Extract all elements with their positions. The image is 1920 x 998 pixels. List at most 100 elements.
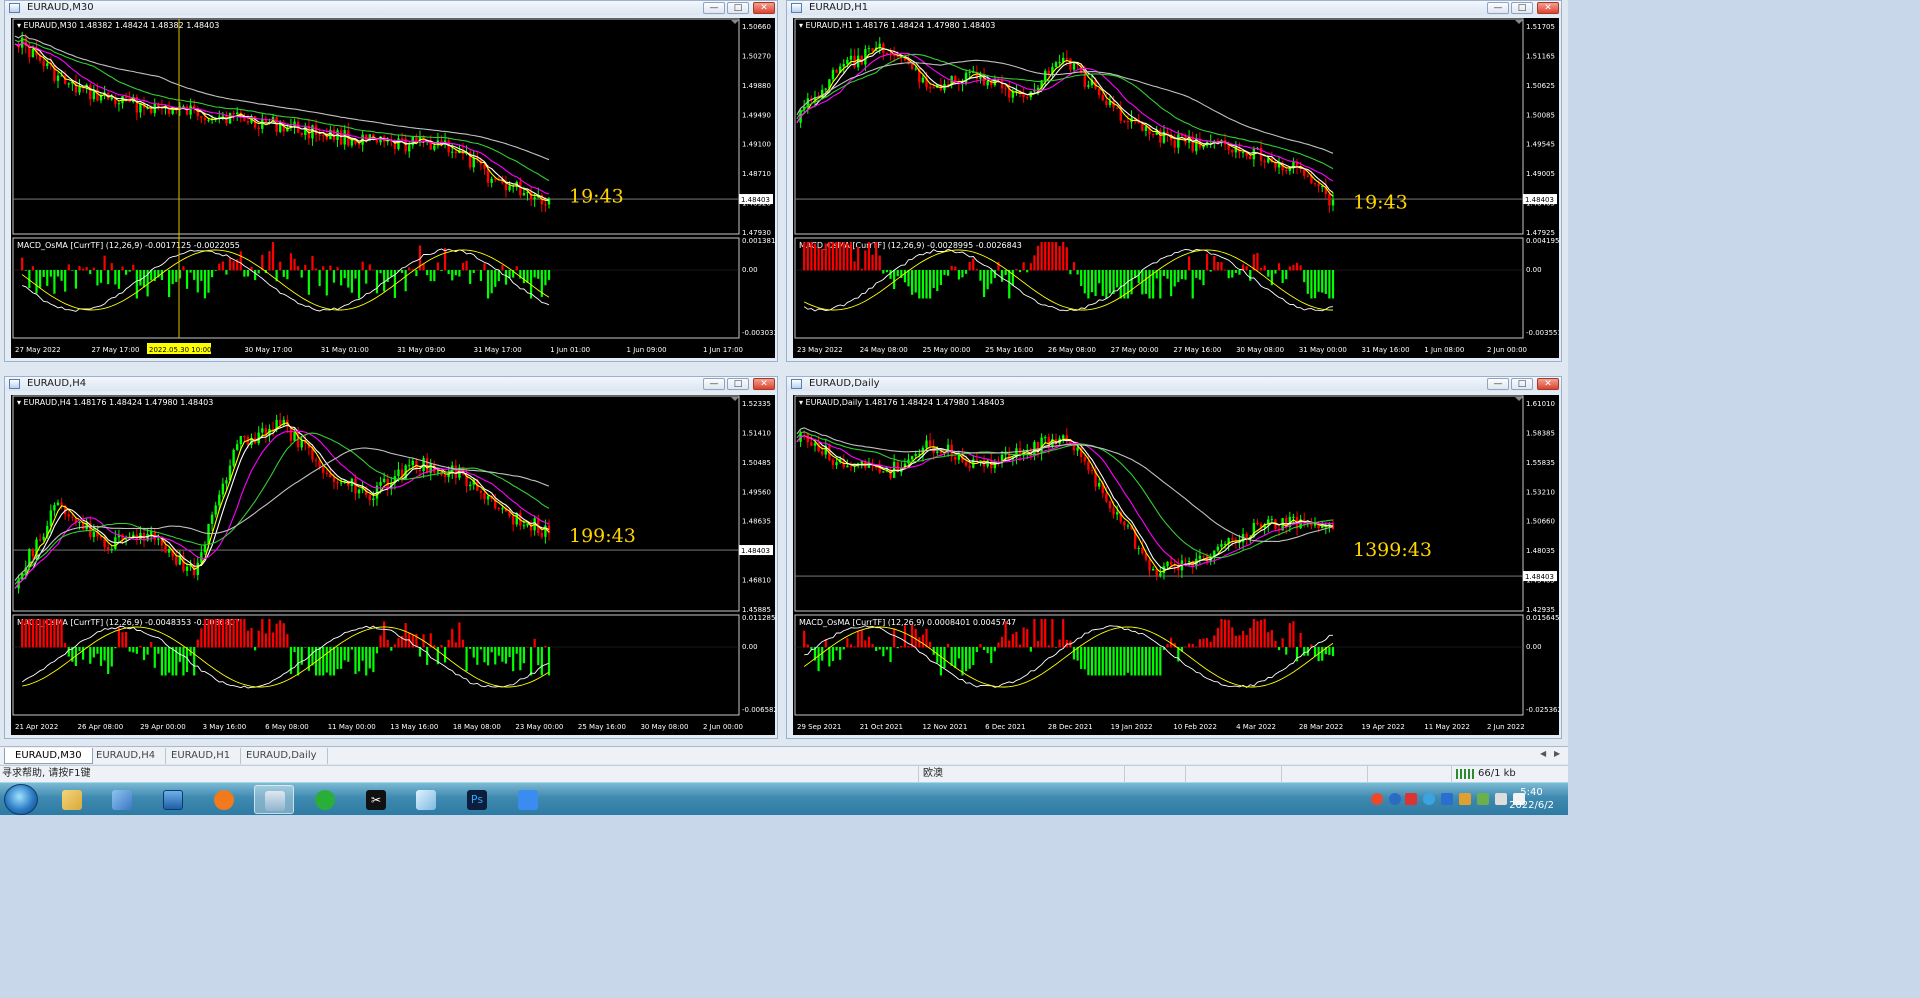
tab-euraud-daily[interactable]: EURAUD,Daily (236, 748, 328, 764)
moving-average-line (14, 38, 550, 182)
macd-histogram-bar (35, 270, 38, 294)
chart-canvas[interactable]: ▾ EURAUD,M30 1.48382 1.48424 1.48382 1.4… (11, 18, 775, 358)
tab-scroll-left-icon[interactable]: ◀ (1540, 749, 1546, 758)
candle-body (71, 516, 74, 518)
candle-body (1148, 559, 1151, 571)
candle-body (379, 482, 382, 486)
taskbar-app-network[interactable] (102, 785, 142, 814)
close-button[interactable]: ✕ (1537, 2, 1559, 14)
app-tray-icon[interactable] (1459, 793, 1471, 805)
window-titlebar[interactable]: EURAUD,Daily — □ ✕ (787, 377, 1561, 391)
macd-histogram-bar (386, 639, 389, 648)
macd-histogram-bar (365, 270, 368, 284)
close-button[interactable]: ✕ (753, 2, 775, 14)
network-tray-icon[interactable] (1477, 793, 1489, 805)
macd-histogram-bar (1137, 270, 1140, 284)
minimize-button[interactable]: — (703, 2, 725, 14)
chart-window-h1[interactable]: EURAUD,H1 — □ ✕ ▾ EURAUD,H1 1.48176 1.48… (786, 0, 1562, 362)
macd-histogram-bar (300, 270, 303, 278)
macd-histogram-bar (139, 645, 142, 648)
candle-body (343, 130, 346, 145)
macd-histogram-bar (343, 270, 346, 279)
chart-canvas[interactable]: ▾ EURAUD,H4 1.48176 1.48424 1.47980 1.48… (11, 395, 775, 735)
macd-histogram-bar (857, 246, 860, 271)
status-bar: 寻求帮助, 请按F1键 欧澳 66/1 kb (0, 765, 1568, 783)
tab-scroll-right-icon[interactable]: ▶ (1554, 749, 1560, 758)
chart-canvas[interactable]: ▾ EURAUD,Daily 1.48176 1.48424 1.47980 1… (793, 395, 1559, 735)
taskbar-app-desktop[interactable] (153, 785, 193, 814)
maximize-button[interactable]: □ (727, 2, 749, 14)
macd-histogram-bar (946, 643, 950, 648)
macd-histogram-bar (60, 270, 63, 281)
macd-histogram-bar (243, 619, 246, 648)
window-titlebar[interactable]: EURAUD,H1 — □ ✕ (787, 1, 1561, 15)
candle-body (1321, 526, 1324, 529)
capcut-icon: ✂ (366, 790, 386, 810)
price-tick-label: 1.49490 (742, 111, 771, 119)
macd-histogram-bar (132, 264, 135, 271)
macd-histogram-bar (1130, 647, 1133, 676)
security-tray-icon[interactable] (1405, 793, 1417, 805)
macd-histogram-bar (911, 270, 914, 295)
macd-histogram-bar (831, 242, 835, 271)
window-titlebar[interactable]: EURAUD,H4 — □ ✕ (5, 377, 777, 391)
candle-body (867, 48, 871, 50)
chart-window-daily[interactable]: EURAUD,Daily — □ ✕ ▾ EURAUD,Daily 1.4817… (786, 376, 1562, 739)
candle-body (1169, 561, 1173, 565)
sync-tray-icon[interactable] (1423, 793, 1435, 805)
maximize-button[interactable]: □ (1511, 378, 1533, 390)
time-axis-label: 2 Jun 00:00 (703, 723, 743, 731)
chart-canvas[interactable]: ▾ EURAUD,H1 1.48176 1.48424 1.47980 1.48… (793, 18, 1559, 358)
start-button[interactable] (4, 784, 38, 815)
macd-histogram-bar (515, 266, 518, 271)
taskbar-app-feishu[interactable] (508, 785, 548, 814)
pen-icon (518, 790, 538, 810)
tab-euraud-h4[interactable]: EURAUD,H4 (86, 748, 167, 764)
chart-window-h4[interactable]: EURAUD,H4 — □ ✕ ▾ EURAUD,H4 1.48176 1.48… (4, 376, 778, 739)
help-tray-icon[interactable] (1389, 793, 1401, 805)
crosshair-date-label: 2022.05.30 10:00 (149, 346, 211, 354)
macd-histogram-bar (357, 647, 361, 672)
macd-histogram-bar (232, 619, 235, 648)
volume-tray-icon[interactable] (1495, 793, 1507, 805)
window-titlebar[interactable]: EURAUD,M30 — □ ✕ (5, 1, 777, 15)
taskbar-app-notes[interactable] (406, 785, 446, 814)
candle-body (1026, 96, 1029, 98)
status-profile[interactable]: 欧澳 (919, 768, 943, 779)
close-button[interactable]: ✕ (1537, 378, 1559, 390)
macd-histogram-bar (1281, 638, 1284, 648)
shift-marker-icon (731, 20, 739, 24)
candle-body (314, 125, 318, 135)
time-axis-label: 31 May 00:00 (1299, 346, 1347, 354)
time-axis-label: 11 May 00:00 (328, 723, 376, 731)
taskbar-app-player[interactable] (204, 785, 244, 814)
macd-histogram-bar (99, 270, 103, 283)
sogou-tray-icon[interactable] (1371, 793, 1383, 805)
macd-histogram-bar (318, 647, 321, 676)
macd-histogram-bar (835, 647, 838, 651)
taskbar-clock[interactable]: 5:40 2022/6/2 (1509, 786, 1554, 812)
taskbar-app-explorer[interactable] (52, 785, 92, 814)
macd-histogram-bar (1259, 267, 1263, 271)
tab-euraud-m30[interactable]: EURAUD,M30 (4, 748, 93, 764)
chart-svg: ▾ EURAUD,M30 1.48382 1.48424 1.48382 1.4… (12, 18, 775, 354)
minimize-button[interactable]: — (1487, 378, 1509, 390)
maximize-button[interactable]: □ (1511, 2, 1533, 14)
macd-histogram-bar (92, 267, 95, 271)
taskbar-app-metatrader[interactable] (254, 785, 294, 814)
taskbar-app-wechat[interactable] (305, 785, 345, 814)
candle-body (1216, 546, 1220, 551)
minimize-button[interactable]: — (1487, 2, 1509, 14)
candle-body (1141, 548, 1144, 554)
chart-window-m30[interactable]: EURAUD,M30 — □ ✕ ▾ EURAUD,M30 1.48382 1.… (4, 0, 778, 362)
close-button[interactable]: ✕ (753, 378, 775, 390)
shield-tray-icon[interactable] (1441, 793, 1453, 805)
taskbar-app-capcut[interactable]: ✂ (356, 785, 396, 814)
minimize-button[interactable]: — (703, 378, 725, 390)
macd-histogram-bar (1209, 641, 1212, 648)
macd-tick-label: -0.003033 (742, 329, 775, 337)
maximize-button[interactable]: □ (727, 378, 749, 390)
taskbar-app-photoshop[interactable]: Ps (457, 785, 497, 814)
tab-euraud-h1[interactable]: EURAUD,H1 (161, 748, 242, 764)
macd-histogram-bar (1184, 270, 1187, 280)
